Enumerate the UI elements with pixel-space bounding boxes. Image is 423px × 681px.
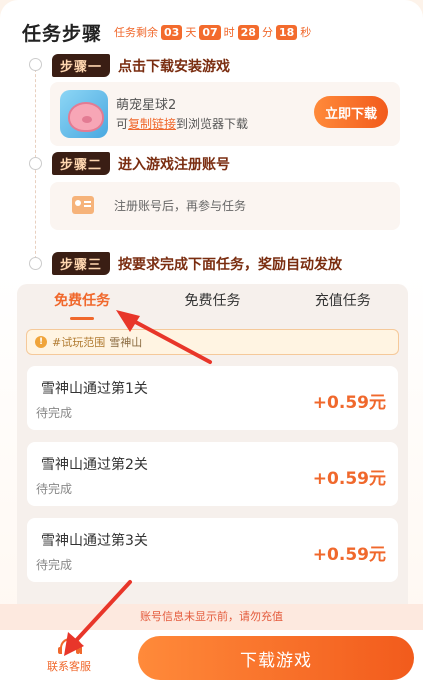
task-name: 雪神山通过第1关 bbox=[41, 381, 148, 397]
task-status: 待完成 bbox=[36, 558, 73, 572]
step-3: 步骤三 按要求完成下面任务，奖励自动发放 bbox=[52, 252, 342, 275]
contact-service-label: 联系客服 bbox=[47, 660, 91, 673]
recharge-warning: 账号信息未显示前，请勿充值 bbox=[0, 604, 423, 630]
bottom-bar: 联系客服 下载游戏 bbox=[0, 630, 423, 681]
tab-recharge-tasks[interactable]: 充值任务 bbox=[278, 284, 408, 320]
scope-label: #试玩范围 bbox=[52, 336, 106, 349]
task-status: 待完成 bbox=[36, 406, 73, 420]
game-icon bbox=[60, 90, 108, 138]
countdown-minutes-unit: 分 bbox=[261, 26, 273, 39]
task-status: 待完成 bbox=[36, 482, 73, 496]
step-1-dot bbox=[29, 58, 42, 71]
tab-free-tasks-active[interactable]: 免费任务 bbox=[17, 284, 147, 320]
step-2-badge: 步骤二 bbox=[52, 152, 111, 175]
step-2-text: 进入游戏注册账号 bbox=[118, 156, 231, 173]
countdown-days-unit: 天 bbox=[185, 26, 197, 39]
register-hint: 注册账号后，再参与任务 bbox=[114, 199, 247, 213]
hint-suffix: 到浏览器下载 bbox=[176, 117, 249, 131]
tab-label: 免费任务 bbox=[184, 293, 241, 309]
headset-icon bbox=[58, 638, 82, 654]
task-row[interactable]: 雪神山通过第2关 待完成 +0.59元 bbox=[27, 442, 398, 506]
step-2-dot bbox=[29, 157, 42, 170]
task-row[interactable]: 雪神山通过第3关 待完成 +0.59元 bbox=[27, 518, 398, 582]
game-name: 萌宠星球2 bbox=[116, 98, 177, 113]
id-card-icon bbox=[72, 196, 94, 214]
task-name: 雪神山通过第2关 bbox=[41, 457, 148, 473]
task-reward: +0.59元 bbox=[312, 469, 386, 489]
countdown-seconds: 18 bbox=[275, 24, 298, 40]
task-reward: +0.59元 bbox=[312, 545, 386, 565]
header: 任务步骤 任务剩余 03 天 07 时 28 分 18 秒 bbox=[22, 18, 311, 46]
task-reward: +0.59元 bbox=[312, 393, 386, 413]
copy-link[interactable]: 复制链接 bbox=[128, 117, 176, 131]
step-1-text: 点击下载安装游戏 bbox=[118, 58, 231, 75]
tab-underline bbox=[70, 317, 95, 320]
game-download-hint: 可复制链接到浏览器下载 bbox=[116, 115, 248, 132]
hint-prefix: 可 bbox=[116, 117, 129, 131]
pig-icon bbox=[68, 102, 104, 132]
page-title: 任务步骤 bbox=[22, 22, 103, 45]
step-1-badge: 步骤一 bbox=[52, 54, 111, 77]
tab-label: 免费任务 bbox=[54, 293, 111, 309]
info-icon: ! bbox=[35, 336, 47, 348]
countdown-seconds-unit: 秒 bbox=[300, 26, 312, 39]
countdown-days: 03 bbox=[161, 24, 183, 40]
task-panel: 免费任务 免费任务 充值任务 ! #试玩范围 雪神山 雪神山通过第1关 待完成 … bbox=[17, 284, 408, 614]
download-game-button[interactable]: 下载游戏 bbox=[138, 636, 414, 680]
countdown-minutes: 28 bbox=[237, 24, 259, 40]
task-name: 雪神山通过第3关 bbox=[41, 533, 148, 549]
step-3-text: 按要求完成下面任务，奖励自动发放 bbox=[118, 256, 343, 273]
countdown-prefix: 任务剩余 bbox=[114, 26, 159, 39]
contact-service-button[interactable]: 联系客服 bbox=[44, 638, 94, 674]
task-card: 任务步骤 任务剩余 03 天 07 时 28 分 18 秒 步骤一 点击下载安装… bbox=[0, 0, 423, 681]
step-3-badge: 步骤三 bbox=[52, 252, 111, 275]
task-tabs: 免费任务 免费任务 充值任务 bbox=[17, 284, 408, 320]
play-scope-banner: ! #试玩范围 雪神山 bbox=[26, 329, 399, 355]
step-2: 步骤二 进入游戏注册账号 bbox=[52, 152, 230, 175]
step-1: 步骤一 点击下载安装游戏 bbox=[52, 54, 230, 77]
tab-label: 充值任务 bbox=[314, 293, 371, 309]
register-box: 注册账号后，再参与任务 bbox=[50, 182, 400, 230]
countdown: 任务剩余 03 天 07 时 28 分 18 秒 bbox=[114, 24, 311, 40]
download-now-button[interactable]: 立即下载 bbox=[314, 96, 388, 128]
game-download-box: 萌宠星球2 可复制链接到浏览器下载 立即下载 bbox=[50, 82, 400, 146]
step-3-dot bbox=[29, 257, 42, 270]
countdown-hours-unit: 时 bbox=[223, 26, 235, 39]
countdown-hours: 07 bbox=[199, 24, 221, 40]
scope-value: 雪神山 bbox=[109, 336, 143, 349]
task-row[interactable]: 雪神山通过第1关 待完成 +0.59元 bbox=[27, 366, 398, 430]
tab-free-tasks[interactable]: 免费任务 bbox=[147, 284, 277, 320]
